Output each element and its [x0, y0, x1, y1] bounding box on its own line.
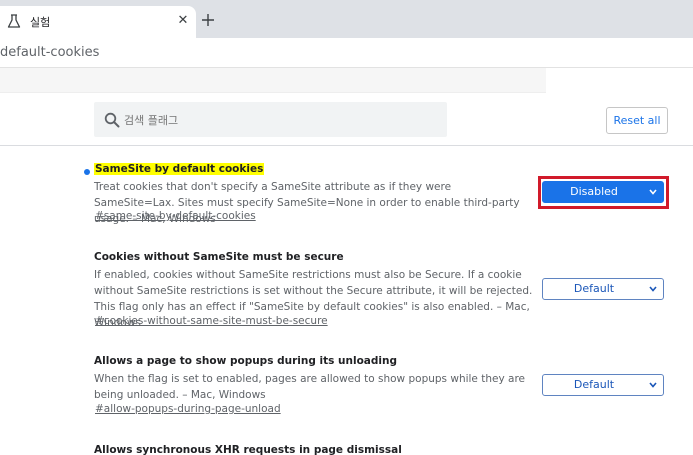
address-text[interactable]: default-cookies — [0, 45, 99, 60]
tab-title: 실험 — [30, 16, 51, 29]
close-icon[interactable]: ✕ — [176, 12, 190, 30]
tab-experiments[interactable]: 실험 ✕ — [0, 6, 196, 38]
modified-indicator — [84, 169, 90, 175]
experiment-select-popups-unload[interactable]: Default — [542, 374, 664, 396]
experiment-select-samesite-secure[interactable]: Default — [542, 278, 664, 300]
experiment-description: When the flag is set to enabled, pages a… — [94, 373, 525, 401]
search-input[interactable] — [124, 111, 424, 129]
flags-header: Reset all — [0, 68, 693, 146]
experiment-link[interactable]: #same-site-by-default-cookies — [95, 210, 256, 222]
highlight-frame — [538, 176, 669, 209]
chevron-down-icon — [649, 382, 657, 388]
tab-strip: 실험 ✕ — [0, 0, 693, 38]
search-box[interactable] — [94, 102, 447, 137]
experiment-title: SameSite by default cookies — [94, 163, 265, 175]
address-bar[interactable]: default-cookies — [0, 38, 693, 68]
experiment-title: Allows synchronous XHR requests in page … — [94, 444, 402, 455]
chevron-down-icon — [649, 286, 657, 292]
new-tab-icon[interactable] — [200, 12, 216, 28]
select-value: Default — [573, 282, 615, 295]
reset-all-button[interactable]: Reset all — [606, 107, 668, 134]
experiment-link[interactable]: #cookies-without-same-site-must-be-secur… — [95, 315, 328, 327]
experiment-title: Allows a page to show popups during its … — [94, 355, 397, 367]
header-banner — [0, 68, 546, 93]
experiment-title: Cookies without SameSite must be secure — [94, 251, 344, 263]
experiment-link[interactable]: #allow-popups-during-page-unload — [95, 403, 281, 415]
search-icon — [104, 112, 120, 128]
select-value: Default — [573, 378, 615, 391]
flask-icon — [7, 14, 21, 28]
experiment-sync-xhr: Allows synchronous XHR requests in page … — [0, 444, 693, 455]
